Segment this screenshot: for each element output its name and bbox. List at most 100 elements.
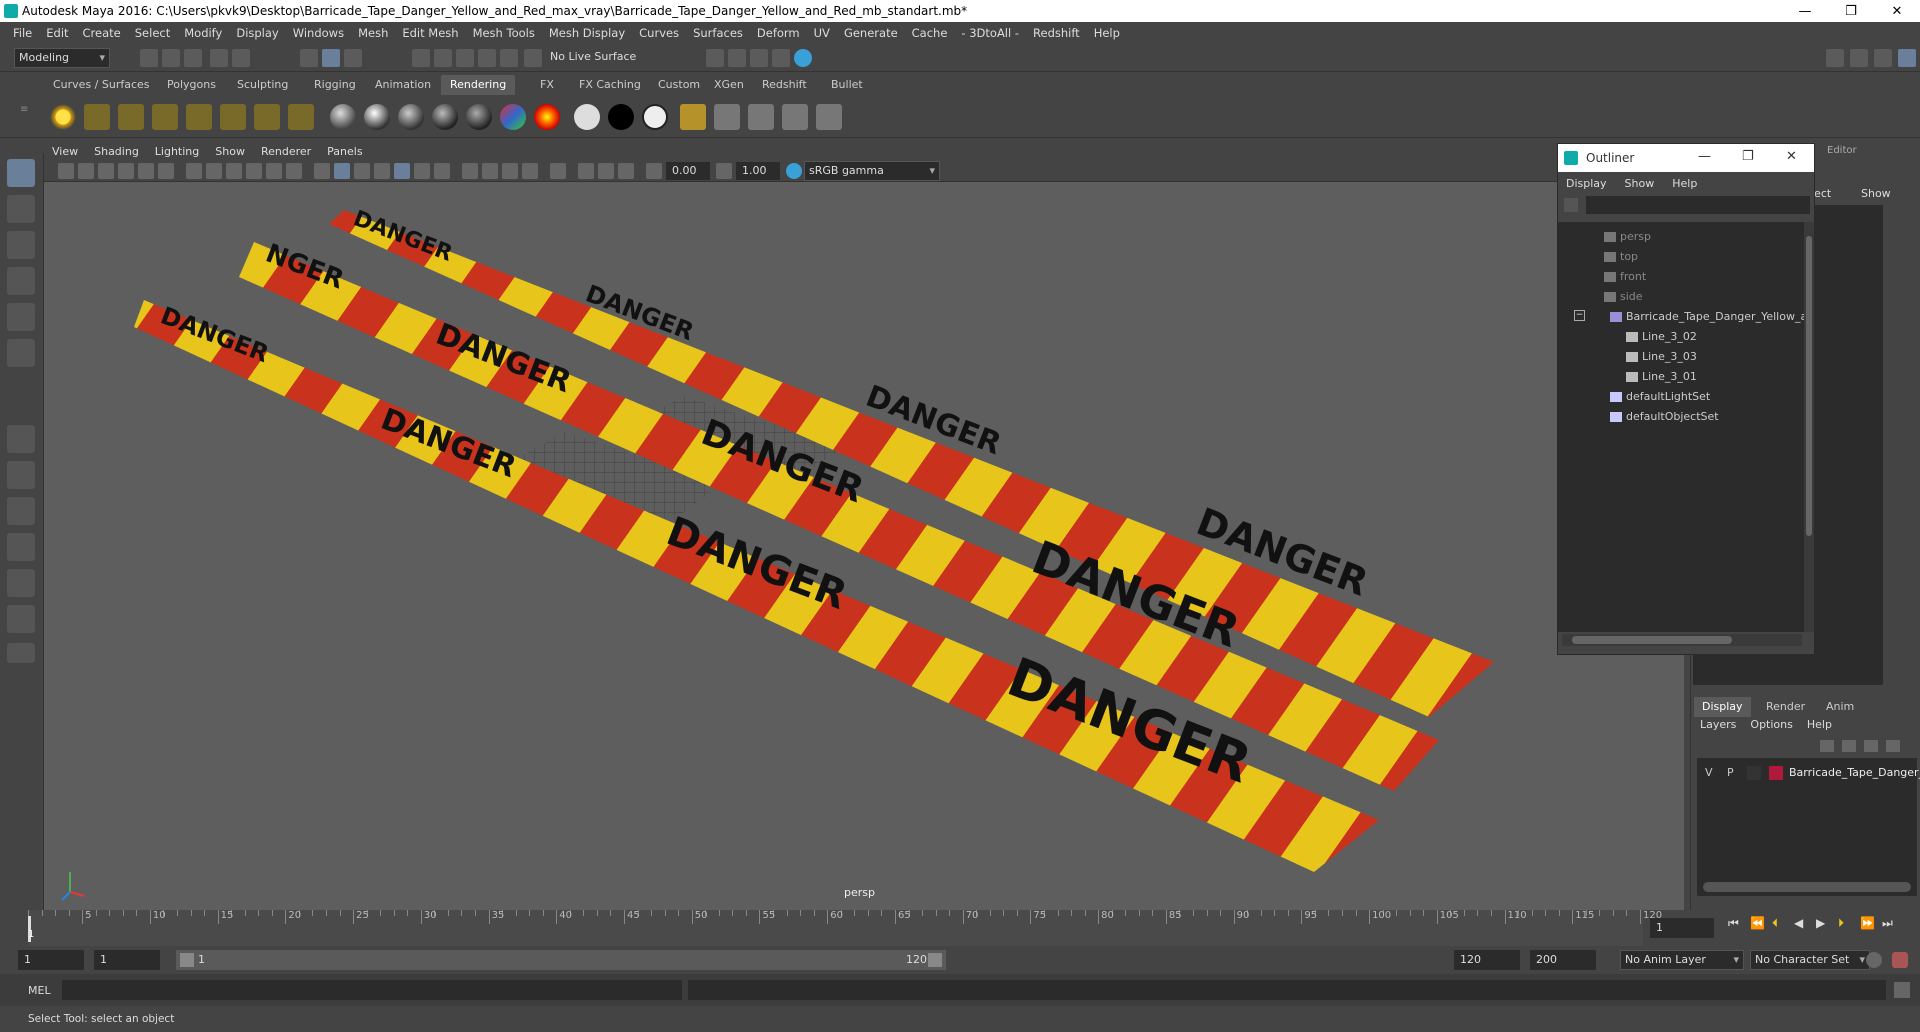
menu-mesh[interactable]: Mesh — [351, 26, 395, 40]
use-all-lights-icon[interactable] — [414, 163, 430, 179]
viewport-menu-view[interactable]: View — [44, 145, 86, 158]
ambient-light-icon[interactable] — [50, 104, 76, 130]
outliner-menu-show[interactable]: Show — [1625, 177, 1673, 190]
default-lighting-icon[interactable] — [354, 163, 370, 179]
script-editor-icon[interactable] — [1894, 982, 1910, 998]
outliner-item[interactable]: Line_3_01 — [1626, 368, 1697, 386]
animation-start-field[interactable]: 1 — [18, 950, 84, 970]
new-empty-layer-icon[interactable] — [1864, 740, 1878, 752]
wireframe-on-shaded-icon[interactable] — [374, 163, 390, 179]
menu-mesh-tools[interactable]: Mesh Tools — [466, 26, 542, 40]
blinn-material-icon[interactable] — [364, 104, 390, 130]
shelf-tab-sculpting[interactable]: Sculpting — [228, 75, 297, 95]
menu-mesh-display[interactable]: Mesh Display — [542, 26, 632, 40]
step-forward-frame-icon[interactable]: ⏩ — [1860, 916, 1875, 930]
shelf-tab-fx[interactable]: FX — [531, 75, 563, 95]
hypershade-icon[interactable] — [772, 49, 790, 67]
current-frame-field[interactable]: 1 — [1650, 918, 1714, 938]
resolution-gate-icon[interactable] — [226, 163, 242, 179]
persp-graph-layout-icon[interactable] — [7, 533, 35, 561]
white-shader-icon[interactable] — [642, 104, 668, 130]
bookmark-icon[interactable] — [98, 163, 114, 179]
open-scene-icon[interactable] — [162, 49, 180, 67]
outliner-maximize-button[interactable]: ❐ — [1742, 149, 1754, 164]
persp-hypershade-layout-icon[interactable] — [7, 569, 35, 597]
shelf-tab-fx-caching[interactable]: FX Caching — [570, 75, 650, 95]
field-chart-icon[interactable] — [266, 163, 282, 179]
snap-surface-icon[interactable] — [500, 49, 518, 67]
ramp-shader-icon[interactable] — [500, 104, 526, 130]
gamma-icon[interactable] — [716, 163, 732, 179]
xray-icon[interactable] — [578, 163, 594, 179]
exposure-icon[interactable] — [646, 163, 662, 179]
lambert-material-icon[interactable] — [330, 104, 356, 130]
select-object-icon[interactable] — [322, 49, 340, 67]
use-background-icon[interactable] — [574, 104, 600, 130]
time-slider[interactable]: 5 10 15 20 25 30 35 40 45 50 55 60 65 70 75 80 85 90 95 100… — [0, 910, 1920, 946]
layer-visibility-toggle[interactable]: V — [1705, 766, 1713, 779]
animation-preferences-icon[interactable] — [1892, 952, 1908, 968]
surface-shader-icon[interactable] — [534, 104, 560, 130]
step-forward-key-icon[interactable]: ⏵ — [1838, 916, 1844, 931]
film-gate-icon[interactable] — [206, 163, 222, 179]
shelf-tab-animation[interactable]: Animation — [366, 75, 440, 95]
paint-select-tool-icon[interactable] — [7, 231, 35, 259]
color-management-icon[interactable] — [786, 163, 802, 179]
snap-view-icon[interactable] — [478, 49, 496, 67]
safe-action-icon[interactable] — [286, 163, 302, 179]
batch-render-icon[interactable] — [714, 104, 740, 130]
outliner-item[interactable]: defaultLightSet — [1610, 388, 1710, 406]
shelf-tab-rendering[interactable]: Rendering — [441, 75, 516, 95]
menu-uv[interactable]: UV — [807, 26, 837, 40]
outliner-item[interactable]: Line_3_03 — [1626, 348, 1697, 366]
grid-icon[interactable] — [186, 163, 202, 179]
select-camera-icon[interactable] — [58, 163, 74, 179]
minimize-button[interactable]: — — [1782, 0, 1828, 22]
attribute-editor-icon[interactable] — [1850, 49, 1868, 67]
layer-scrollbar[interactable] — [1703, 882, 1911, 892]
shelf-tab-polygons[interactable]: Polygons — [158, 75, 225, 95]
menu-deform[interactable]: Deform — [750, 26, 807, 40]
character-set-dropdown[interactable]: No Character Set — [1750, 950, 1870, 970]
shelf-menu-icon[interactable]: ≡ — [20, 104, 34, 130]
new-layer-selected-icon[interactable] — [1886, 740, 1900, 752]
close-button[interactable]: ✕ — [1874, 0, 1920, 22]
tool-settings-icon[interactable] — [1874, 49, 1892, 67]
shelf-tab-bullet[interactable]: Bullet — [822, 75, 872, 95]
camera-attributes-icon[interactable] — [78, 163, 94, 179]
scale-tool-icon[interactable] — [7, 339, 35, 367]
tab-anim[interactable]: Anim — [1818, 697, 1862, 717]
wireframe-icon[interactable] — [314, 163, 330, 179]
menu-create[interactable]: Create — [76, 26, 128, 40]
outliner-item[interactable]: top — [1604, 248, 1638, 266]
channel-box-icon[interactable] — [1898, 49, 1916, 67]
textured-icon[interactable] — [394, 163, 410, 179]
render-settings-icon[interactable] — [750, 49, 768, 67]
perspective-viewport[interactable]: DANGER DANGER DANGER DANGER NGER DANGER … — [44, 182, 1684, 910]
shelf-tab-redshift[interactable]: Redshift — [753, 75, 816, 95]
outliner-item[interactable]: persp — [1604, 228, 1651, 246]
rotate-tool-icon[interactable] — [7, 303, 35, 331]
menu-select[interactable]: Select — [128, 26, 177, 40]
mode-dropdown[interactable]: Modeling — [14, 48, 110, 68]
render-target-icon[interactable] — [816, 104, 842, 130]
single-perspective-layout-icon[interactable] — [7, 425, 35, 453]
range-end-handle[interactable] — [928, 953, 942, 967]
outliner-item[interactable]: side — [1604, 288, 1643, 306]
image-plane-icon[interactable] — [118, 163, 134, 179]
anim-layer-dropdown[interactable]: No Anim Layer — [1620, 950, 1744, 970]
lasso-tool-icon[interactable] — [7, 195, 35, 223]
outliner-layout-icon[interactable] — [7, 605, 35, 633]
layer-name[interactable]: Barricade_Tape_Danger_ — [1789, 766, 1920, 779]
menu-surfaces[interactable]: Surfaces — [686, 26, 750, 40]
outliner-vscroll-thumb[interactable] — [1806, 236, 1812, 536]
menu-edit[interactable]: Edit — [39, 26, 75, 40]
move-layer-down-icon[interactable] — [1842, 740, 1856, 752]
move-layer-up-icon[interactable] — [1820, 740, 1834, 752]
outliner-search-options-icon[interactable] — [1564, 198, 1578, 212]
light-link-icon[interactable] — [288, 104, 314, 130]
xray-components-icon[interactable] — [618, 163, 634, 179]
range-bar[interactable]: 1 120 — [176, 950, 946, 970]
tape-strip-middle[interactable] — [239, 242, 1439, 791]
make-live-icon[interactable] — [524, 49, 542, 67]
